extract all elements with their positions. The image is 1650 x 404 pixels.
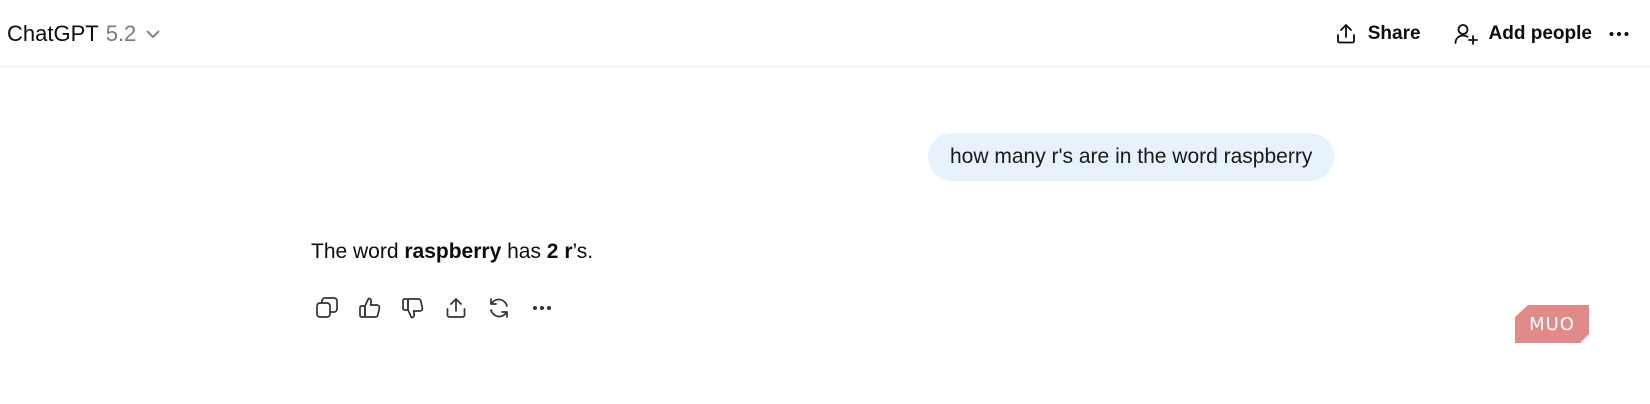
model-switcher[interactable]: ChatGPT 5.2 [7, 16, 162, 52]
assistant-text: has [501, 240, 547, 263]
share-icon [446, 298, 466, 318]
copy-icon [316, 297, 338, 318]
watermark-text: MUO [1529, 313, 1575, 335]
thumbs-down-icon [402, 298, 424, 319]
add-people-label: Add people [1488, 23, 1592, 44]
more-options-button[interactable] [1604, 14, 1644, 54]
message-actions [309, 290, 567, 326]
model-name: ChatGPT [7, 21, 99, 46]
user-message: how many r's are in the word raspberry [928, 133, 1335, 181]
muo-watermark-logo: MUO [1514, 304, 1590, 344]
share-message-button[interactable] [438, 290, 474, 326]
regenerate-button[interactable] [481, 290, 517, 326]
add-people-button[interactable]: Add people [1443, 14, 1602, 54]
share-icon [1336, 24, 1355, 44]
assistant-bold-word: raspberry [404, 240, 502, 263]
more-icon [533, 306, 551, 310]
more-actions-button[interactable] [524, 290, 560, 326]
assistant-text: The word [311, 240, 405, 263]
share-button[interactable]: Share [1324, 14, 1431, 54]
copy-button[interactable] [309, 290, 345, 326]
assistant-text: ’s. [572, 240, 594, 263]
more-icon [1609, 32, 1629, 36]
model-version: 5.2 [105, 21, 137, 46]
top-bar: ChatGPT 5.2 Share Add people [0, 0, 1650, 67]
add-person-icon [1454, 24, 1478, 45]
thumbs-up-icon [359, 297, 381, 318]
regenerate-icon [490, 298, 508, 318]
share-label: Share [1367, 23, 1421, 44]
header-actions: Share Add people [1324, 14, 1650, 54]
thumbs-down-button[interactable] [395, 290, 431, 326]
assistant-bold-letter: r [564, 240, 573, 263]
chevron-down-icon [144, 25, 162, 43]
thumbs-up-button[interactable] [352, 290, 388, 326]
assistant-message: The word raspberry has 2 r’s. [311, 240, 593, 264]
assistant-bold-count: 2 [546, 240, 559, 263]
